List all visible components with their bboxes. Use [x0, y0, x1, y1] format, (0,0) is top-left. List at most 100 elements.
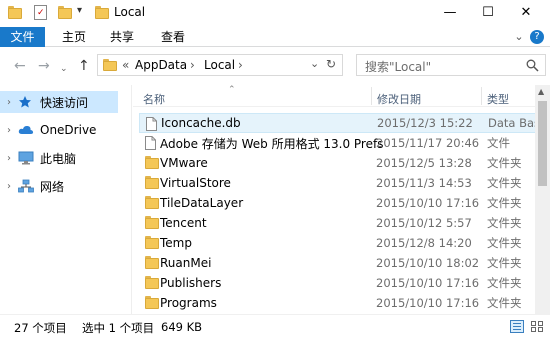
help-icon[interactable]: ? [530, 30, 544, 44]
file-type: 文件夹 [487, 296, 522, 310]
nav-label: 快速访问 [40, 95, 89, 110]
file-type: 文件夹 [487, 216, 522, 230]
star-icon [18, 95, 34, 109]
up-arrow-icon[interactable]: ↑ [78, 59, 90, 73]
chevron-right-icon[interactable]: › [0, 125, 18, 136]
folder-icon [145, 196, 159, 209]
sort-up-icon: ⌃ [228, 85, 236, 95]
maximize-button[interactable]: ☐ [468, 0, 508, 24]
nav-item-onedrive[interactable]: › OneDrive [0, 119, 132, 141]
file-date: 2015/10/12 5:57 [376, 216, 472, 230]
file-date: 2015/10/10 17:16 [376, 196, 480, 210]
file-row[interactable]: Tencent 2015/10/12 5:57 文件夹 [139, 213, 539, 233]
nav-item-network[interactable]: › 网络 [0, 175, 132, 197]
search-input[interactable]: 搜索"Local" [356, 54, 546, 76]
file-date: 2015/10/10 17:16 [376, 276, 480, 290]
expand-ribbon-icon[interactable]: ⌄ [512, 27, 526, 47]
file-name: Tencent [160, 216, 207, 230]
folder-icon [145, 156, 159, 169]
file-icon [146, 117, 160, 131]
recent-locations-icon[interactable]: ⌄ [60, 62, 68, 76]
nav-label: OneDrive [40, 123, 97, 137]
large-icons-view-icon[interactable] [530, 320, 544, 333]
file-type: Data Bas [488, 116, 541, 130]
file-row[interactable]: Adobe 存储为 Web 所用格式 13.0 Prefs 2015/11/17 … [139, 133, 539, 153]
folder-icon [145, 216, 159, 229]
file-row[interactable]: Temp 2015/12/8 14:20 文件夹 [139, 233, 539, 253]
forward-arrow-icon[interactable]: → [38, 59, 50, 73]
minimize-button[interactable]: — [430, 0, 470, 24]
navigation-pane: › 快速访问 › OneDrive › 此电脑 › 网络 [0, 85, 132, 314]
file-list: 名称 ⌃ 修改日期 类型 Iconcache.db 2015/12/3 15:22… [133, 85, 550, 314]
scrollbar-thumb[interactable] [538, 101, 547, 186]
file-row[interactable]: VMware 2015/12/5 13:28 文件夹 [139, 153, 539, 173]
tab-file[interactable]: 文件 [0, 27, 45, 47]
file-name: Temp [160, 236, 192, 250]
column-header-row [133, 85, 535, 107]
file-date: 2015/12/8 14:20 [376, 236, 472, 250]
scroll-up-icon[interactable]: ▲ [538, 87, 544, 96]
details-view-icon[interactable] [510, 320, 524, 333]
file-row[interactable]: Iconcache.db 2015/12/3 15:22 Data Bas [139, 113, 541, 133]
file-name: TileDataLayer [160, 196, 244, 210]
file-date: 2015/10/10 18:02 [376, 256, 480, 270]
folder-icon [103, 59, 117, 71]
nav-item-this-pc[interactable]: › 此电脑 [0, 147, 132, 169]
column-divider[interactable] [481, 87, 482, 105]
column-header-name[interactable]: 名称 [143, 91, 165, 107]
column-divider[interactable] [371, 87, 372, 105]
breadcrumb-local[interactable]: Local [204, 58, 235, 72]
search-placeholder: 搜索"Local" [365, 60, 432, 74]
folder-icon [145, 256, 159, 269]
back-arrow-icon[interactable]: ← [14, 59, 26, 73]
chevron-right-icon[interactable]: › [0, 181, 18, 192]
customize-toolbar-icon[interactable]: ▾ [77, 5, 82, 16]
file-name: Iconcache.db [161, 116, 241, 130]
file-type: 文件夹 [487, 196, 522, 210]
nav-item-quick-access[interactable]: › 快速访问 [0, 91, 118, 113]
file-type: 文件夹 [487, 176, 522, 190]
breadcrumb-separator[interactable]: › [190, 58, 195, 72]
properties-icon[interactable]: ✓ [34, 5, 47, 20]
file-type: 文件夹 [487, 236, 522, 250]
computer-icon [18, 151, 34, 165]
selection-size: 649 KB [161, 320, 203, 334]
breadcrumb-overflow-icon[interactable]: « [122, 58, 129, 72]
tab-home[interactable]: 主页 [56, 27, 92, 47]
search-icon[interactable] [526, 59, 539, 72]
file-type: 文件 [487, 136, 510, 150]
file-row[interactable]: VirtualStore 2015/11/3 14:53 文件夹 [139, 173, 539, 193]
new-folder-icon[interactable] [58, 6, 72, 19]
close-button[interactable]: ✕ [506, 0, 546, 24]
tab-share[interactable]: 共享 [104, 27, 140, 47]
nav-label: 网络 [40, 179, 65, 194]
breadcrumb-separator[interactable]: › [238, 58, 243, 72]
item-count: 27 个项目 [14, 321, 67, 335]
breadcrumb-appdata[interactable]: AppData [135, 58, 187, 72]
chevron-right-icon[interactable]: › [0, 153, 18, 164]
nav-label: 此电脑 [40, 151, 77, 166]
address-bar[interactable]: « AppData › Local › ⌄ ↻ [97, 54, 343, 76]
chevron-right-icon[interactable]: › [0, 97, 18, 108]
file-name: Programs [160, 296, 217, 310]
status-bar: 27 个项目 选中 1 个项目 649 KB [0, 314, 550, 338]
window-title: Local [114, 5, 146, 19]
file-row[interactable]: RuanMei 2015/10/10 18:02 文件夹 [139, 253, 539, 273]
refresh-icon[interactable]: ↻ [326, 57, 336, 71]
folder-icon [145, 296, 159, 309]
file-name: Publishers [160, 276, 222, 290]
address-dropdown-icon[interactable]: ⌄ [310, 57, 319, 70]
cloud-icon [18, 123, 34, 137]
vertical-scrollbar[interactable]: ▲ [535, 85, 550, 314]
column-header-date[interactable]: 修改日期 [377, 91, 421, 107]
file-date: 2015/12/3 15:22 [377, 116, 473, 130]
folder-icon[interactable] [8, 6, 22, 19]
file-row[interactable]: TileDataLayer 2015/10/10 17:16 文件夹 [139, 193, 539, 213]
file-name: VMware [160, 156, 208, 170]
tab-view[interactable]: 查看 [155, 27, 191, 47]
file-row[interactable]: Publishers 2015/10/10 17:16 文件夹 [139, 273, 539, 293]
file-type: 文件夹 [487, 276, 522, 290]
file-row[interactable]: Programs 2015/10/10 17:16 文件夹 [139, 293, 539, 313]
column-header-type[interactable]: 类型 [487, 91, 509, 107]
file-date: 2015/11/3 14:53 [376, 176, 472, 190]
